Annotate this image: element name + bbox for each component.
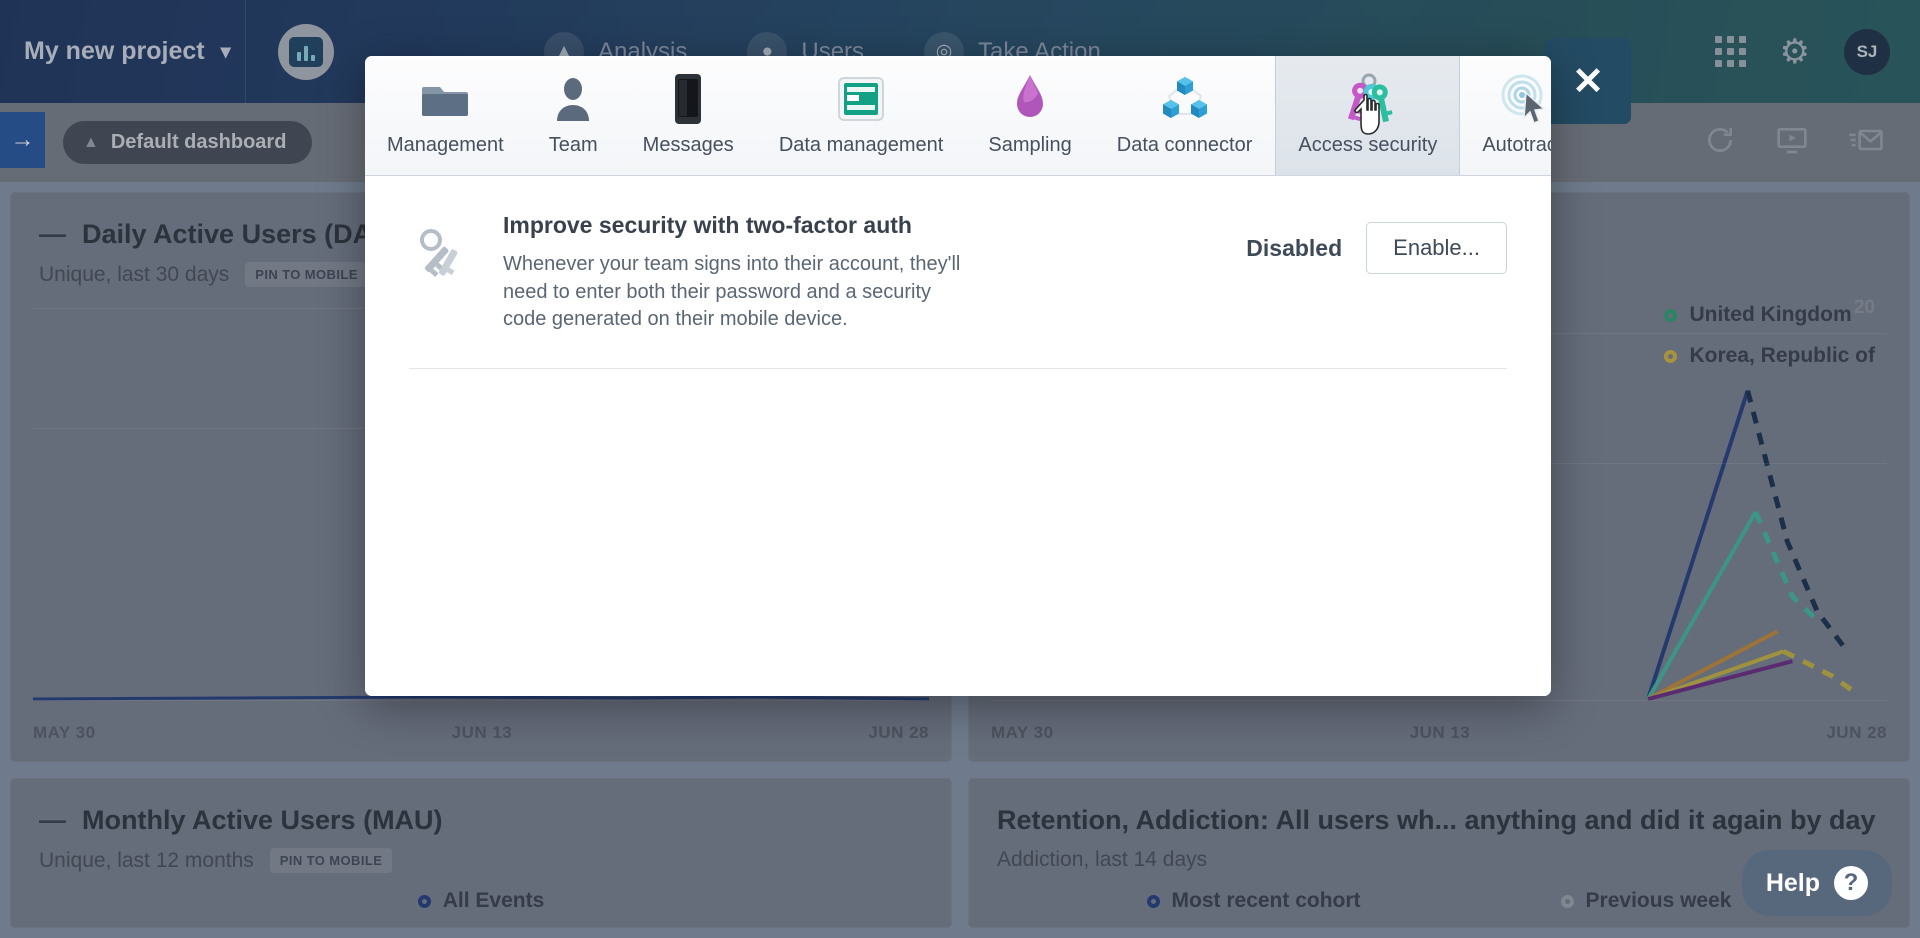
avatar[interactable]: SJ (1844, 28, 1890, 75)
card-subtitle-row: Unique, last 12 months PIN TO MOBILE (39, 848, 923, 873)
help-label: Help (1765, 868, 1820, 897)
legend-label: Most recent cohort (1171, 889, 1361, 912)
card-title: Daily Active Users (DAU) (82, 219, 401, 249)
tab-messages[interactable]: Messages (621, 56, 757, 175)
pin-to-mobile-badge[interactable]: PIN TO MOBILE (245, 262, 368, 287)
x-tick-0: MAY 30 (991, 723, 1054, 742)
card-subtitle: Unique, last 30 days (39, 262, 230, 286)
legend-item-previous-week[interactable]: Previous week (1560, 889, 1732, 913)
keys-icon (1339, 70, 1397, 128)
tab-label: Access security (1298, 134, 1438, 156)
x-axis-labels: MAY 30 JUN 13 JUN 28 (33, 723, 929, 743)
email-icon[interactable] (1848, 124, 1884, 161)
presentation-icon[interactable] (1776, 124, 1808, 161)
x-axis-labels: MAY 30 JUN 13 JUN 28 (991, 723, 1887, 743)
tab-access-security[interactable]: Access security (1275, 56, 1461, 175)
mobile-phone-icon (673, 70, 703, 128)
tab-label: Team (548, 134, 598, 156)
sidebar-collapse-button[interactable]: → (0, 111, 45, 168)
close-modal-button[interactable]: ✕ (1545, 38, 1631, 124)
x-tick-1: JUN 13 (451, 723, 513, 742)
bar-chart-icon (289, 36, 323, 67)
folder-icon (420, 70, 470, 128)
tab-label: Sampling (988, 134, 1072, 156)
collapse-icon[interactable]: — (39, 805, 66, 836)
tab-label: Data management (778, 134, 944, 156)
settings-modal-tabs: Management Team Messages Data management… (365, 56, 1551, 176)
tab-sampling[interactable]: Sampling (966, 56, 1094, 175)
legend-item-all-events[interactable]: All Events (417, 889, 545, 913)
setting-icon-wrapper (409, 212, 475, 285)
person-icon (553, 70, 593, 128)
legend-color-dot (417, 894, 431, 908)
legend-color-dot (1664, 308, 1678, 322)
tab-autotrack[interactable]: Autotrack (1460, 56, 1551, 175)
refresh-icon[interactable] (1704, 124, 1736, 161)
keys-icon (415, 226, 469, 285)
card-header: — Monthly Active Users (MAU) Unique, las… (11, 779, 951, 873)
tab-label: Data connector (1116, 134, 1253, 156)
setting-title: Improve security with two-factor auth (503, 212, 912, 238)
pin-to-mobile-badge[interactable]: PIN TO MOBILE (269, 848, 393, 873)
app-logo (278, 23, 334, 80)
chevron-down-icon: ▾ (220, 41, 231, 63)
enable-button[interactable]: Enable... (1366, 222, 1507, 274)
chart-legend: United Kingdom Korea, Republic of (1664, 303, 1875, 368)
tab-label: Messages (642, 134, 734, 156)
divider (245, 0, 246, 103)
project-selector[interactable]: My new project ▾ (0, 0, 245, 103)
x-tick-0: MAY 30 (33, 723, 96, 742)
gear-icon[interactable]: ⚙ (1780, 35, 1810, 69)
settings-modal: Management Team Messages Data management… (365, 56, 1551, 696)
collapse-icon[interactable]: — (39, 219, 66, 250)
x-tick-2: JUN 28 (868, 723, 929, 742)
chart-legend: All Events (11, 889, 951, 913)
dashboard-name: Default dashboard (110, 131, 287, 153)
setting-description: Whenever your team signs into their acco… (503, 253, 961, 331)
top-bar-right-controls: ⚙ SJ (1714, 0, 1890, 103)
card-title-row: Retention, Addiction: All users wh... an… (997, 805, 1881, 836)
radar-cursor-icon (1498, 70, 1551, 128)
tab-label: Management (387, 134, 504, 156)
legend-color-dot (1664, 349, 1678, 363)
card-title: Monthly Active Users (MAU) (82, 805, 443, 835)
setting-two-factor-auth: Improve security with two-factor auth Wh… (409, 212, 1507, 369)
card-title: Retention, Addiction: All users wh... an… (997, 805, 1876, 835)
legend-color-dot (1560, 894, 1574, 908)
tab-data-management[interactable]: Data management (757, 56, 967, 175)
tab-management[interactable]: Management (365, 56, 527, 175)
tab-label: Autotrack (1482, 134, 1551, 156)
legend-color-dot (1146, 894, 1160, 908)
project-name: My new project (24, 37, 205, 65)
legend-label: Korea, Republic of (1689, 344, 1875, 367)
legend-label: Previous week (1585, 889, 1732, 912)
x-tick-1: JUN 13 (1409, 723, 1471, 742)
droplet-icon (1013, 70, 1047, 128)
apps-grid-icon[interactable] (1714, 36, 1746, 67)
setting-action-block: Disabled Enable... (1246, 212, 1507, 274)
tab-team[interactable]: Team (527, 56, 621, 175)
tab-data-connector[interactable]: Data connector (1095, 56, 1276, 175)
upload-icon: ▲ (83, 133, 99, 151)
legend-item-korea[interactable]: Korea, Republic of (1664, 344, 1875, 368)
card-monthly-active-users[interactable]: — Monthly Active Users (MAU) Unique, las… (10, 778, 952, 928)
card-subtitle: Addiction, last 14 days (997, 848, 1208, 871)
card-subtitle: Unique, last 12 months (39, 848, 254, 872)
help-button[interactable]: Help ? (1741, 850, 1892, 916)
question-mark-icon: ? (1834, 866, 1868, 900)
settings-modal-body: Improve security with two-factor auth Wh… (365, 176, 1551, 696)
toolbar-actions (1704, 124, 1884, 161)
database-card-icon (837, 70, 885, 128)
cubes-network-icon (1159, 70, 1211, 128)
legend-item-united-kingdom[interactable]: United Kingdom (1664, 303, 1852, 327)
setting-text-block: Improve security with two-factor auth Wh… (503, 212, 973, 334)
card-title-row: — Monthly Active Users (MAU) (39, 805, 923, 836)
legend-label: United Kingdom (1689, 303, 1852, 326)
x-tick-2: JUN 28 (1826, 723, 1887, 742)
legend-label: All Events (442, 889, 545, 912)
legend-item-most-recent-cohort[interactable]: Most recent cohort (1146, 889, 1361, 913)
status-badge: Disabled (1246, 234, 1343, 261)
dashboard-selector[interactable]: ▲ Default dashboard (63, 121, 313, 164)
